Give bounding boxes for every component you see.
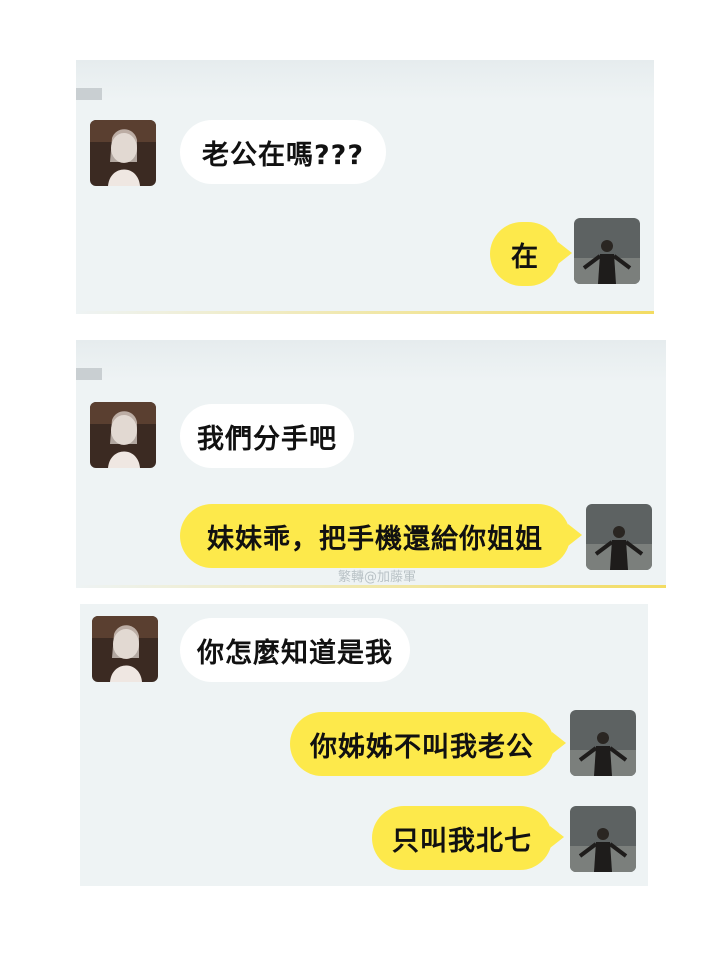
message-bubble-outgoing: 只叫我北七 bbox=[372, 806, 564, 870]
boy-avatar-icon[interactable] bbox=[586, 504, 652, 570]
boy-avatar-icon[interactable] bbox=[574, 218, 640, 284]
panel-edge-marker bbox=[76, 88, 102, 100]
message-text: 妹妹乖，把手機還給你姐姐 bbox=[207, 523, 543, 555]
message-text: 你怎麼知道是我 bbox=[197, 637, 393, 669]
message-text: 你姊姊不叫我老公 bbox=[310, 731, 534, 763]
girl-avatar-icon[interactable] bbox=[90, 402, 156, 468]
message-text: 在 bbox=[511, 241, 539, 273]
message-bubble-incoming: 我們分手吧 bbox=[180, 404, 354, 468]
chat-panel-1: 老公在嗎??? 在 bbox=[76, 60, 654, 314]
message-bubble-outgoing: 你姊姊不叫我老公 bbox=[290, 712, 566, 776]
boy-avatar-icon[interactable] bbox=[570, 806, 636, 872]
message-bubble-incoming: 老公在嗎??? bbox=[180, 120, 386, 184]
girl-avatar-icon[interactable] bbox=[90, 120, 156, 186]
girl-avatar-icon[interactable] bbox=[92, 616, 158, 682]
chat-panel-3: 你怎麼知道是我 你姊姊不叫我老公 只叫我北七 bbox=[80, 604, 648, 886]
panel-edge-marker bbox=[76, 368, 102, 380]
message-text: 只叫我北七 bbox=[392, 825, 532, 857]
message-bubble-outgoing: 妹妹乖，把手機還給你姐姐 bbox=[180, 504, 582, 568]
chat-panel-2: 我們分手吧 妹妹乖，把手機還給你姐姐 bbox=[76, 340, 666, 588]
boy-avatar-icon[interactable] bbox=[570, 710, 636, 776]
watermark-text: 繁轉@加藤軍 bbox=[338, 570, 417, 585]
message-text: 老公在嗎??? bbox=[202, 139, 364, 171]
panel-header-shade bbox=[76, 60, 654, 100]
panel-header-shade bbox=[76, 340, 666, 380]
message-bubble-incoming: 你怎麼知道是我 bbox=[180, 618, 410, 682]
panel-divider bbox=[76, 585, 666, 588]
message-text: 我們分手吧 bbox=[197, 423, 337, 455]
panel-divider bbox=[76, 311, 654, 314]
message-bubble-outgoing: 在 bbox=[490, 222, 572, 286]
